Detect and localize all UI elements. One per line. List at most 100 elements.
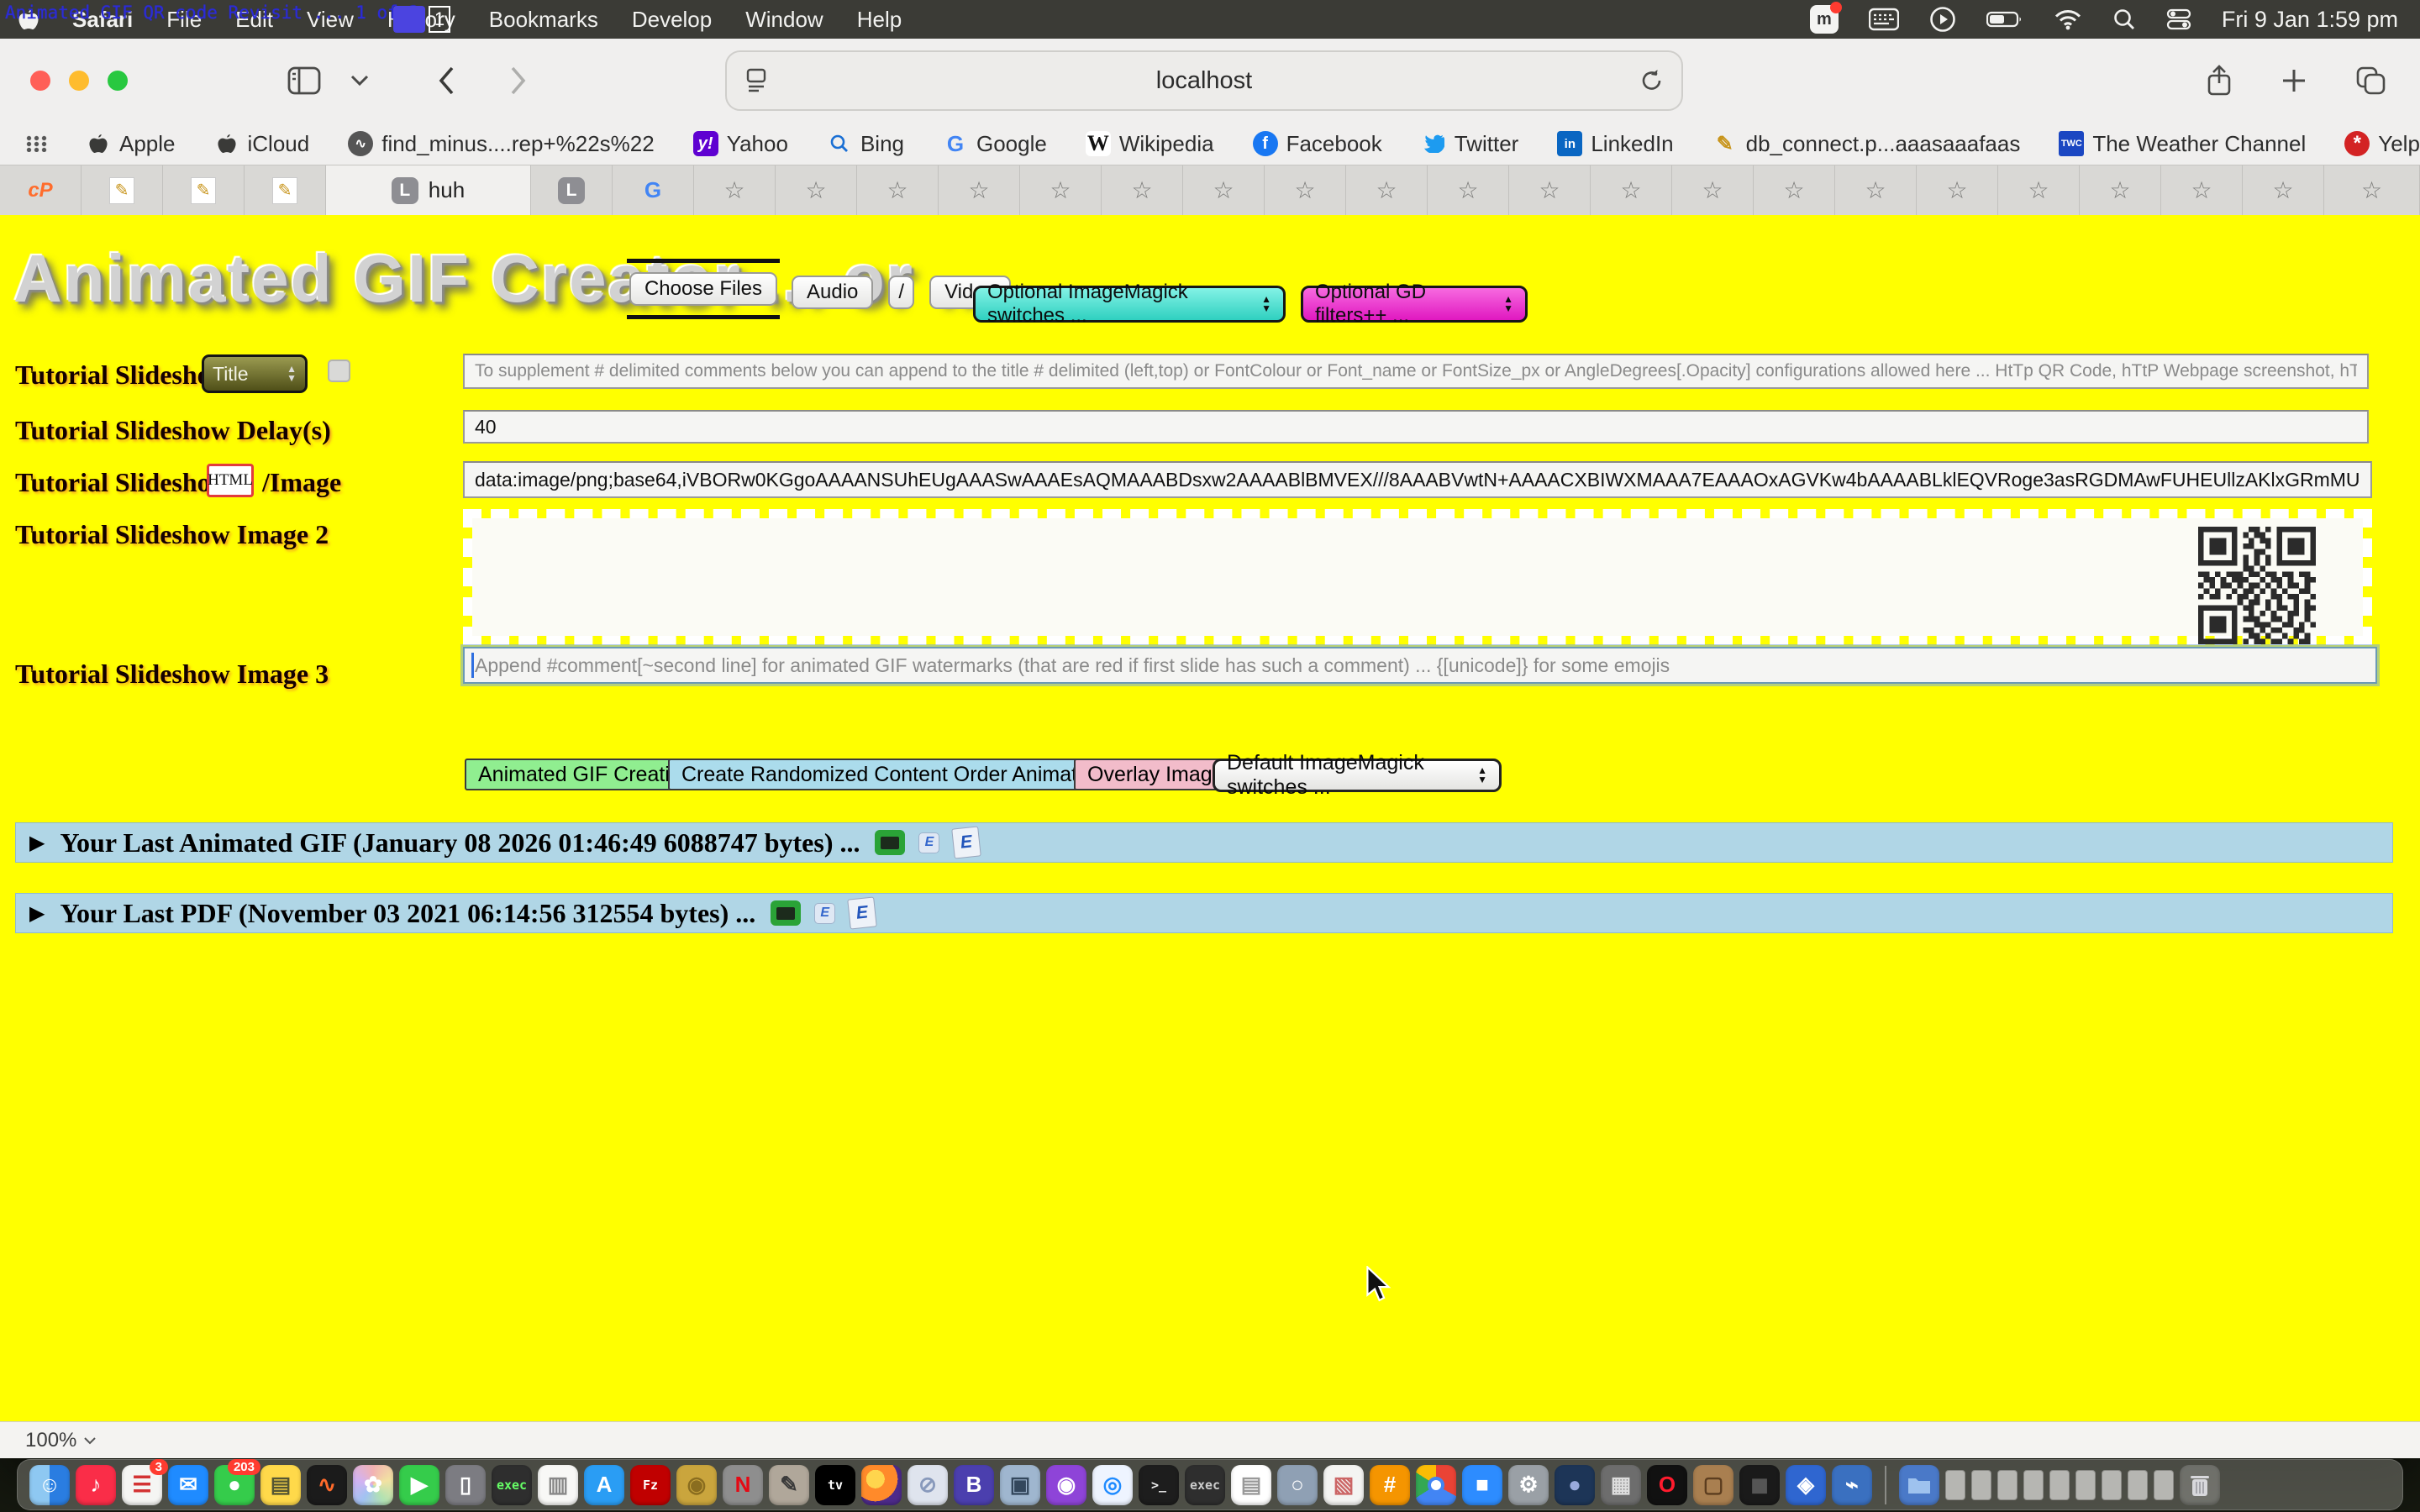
dock-icon-gimp[interactable]: ✎ <box>769 1465 809 1505</box>
tab-star-17[interactable]: ☆ <box>2080 165 2161 215</box>
tab-star-9[interactable]: ☆ <box>1428 165 1509 215</box>
dock-minimized-window-3[interactable] <box>2023 1470 2044 1500</box>
tab-star-6[interactable]: ☆ <box>1183 165 1265 215</box>
display-icon[interactable] <box>771 900 801 926</box>
dock-icon-garageband[interactable]: ∿ <box>307 1465 347 1505</box>
dock-icon-exec-dark[interactable]: exec <box>1185 1465 1225 1505</box>
dock-icon-downloads-folder[interactable] <box>1899 1465 1939 1505</box>
title-select[interactable]: Title ▲▼ <box>202 354 308 393</box>
image-data-input[interactable] <box>463 461 2372 498</box>
tab-active-huh[interactable]: Lhuh <box>326 165 531 215</box>
tab-star-20[interactable]: ☆ <box>2324 165 2420 215</box>
new-tab-icon[interactable] <box>2281 67 2307 94</box>
tab-star-3[interactable]: ☆ <box>939 165 1020 215</box>
dock-icon-music[interactable]: ♪ <box>76 1465 116 1505</box>
dock-icon-preview[interactable]: ○ <box>1277 1465 1318 1505</box>
dock-icon-podcasts[interactable]: ◉ <box>1046 1465 1086 1505</box>
image3-comment-input[interactable] <box>463 647 2377 684</box>
dock-icon-calculator[interactable]: # <box>1370 1465 1410 1505</box>
last-pdf-accordion[interactable]: ▶ Your Last PDF (November 03 2021 06:14:… <box>15 893 2393 933</box>
tab-star-1[interactable]: ☆ <box>776 165 857 215</box>
dock-icon-pictures[interactable]: ▧ <box>1323 1465 1364 1505</box>
bookmark-yelp[interactable]: *Yelp <box>2344 131 2420 157</box>
mini-e-icon[interactable]: E <box>918 832 939 853</box>
dock-icon-box-app[interactable]: ▢ <box>1693 1465 1733 1505</box>
tab-star-4[interactable]: ☆ <box>1020 165 1102 215</box>
bookmark-linkedin[interactable]: inLinkedIn <box>1557 131 1673 157</box>
bookmark-find-minus-rep-22s-22[interactable]: ∿find_minus....rep+%22s%22 <box>348 131 654 157</box>
dock-icon-iphone-mirroring[interactable]: ▯ <box>445 1465 486 1505</box>
dock-icon-terminal-exec[interactable]: exec <box>492 1465 532 1505</box>
dock-icon-settings[interactable]: ⚙ <box>1508 1465 1549 1505</box>
delay-input[interactable] <box>463 410 2369 444</box>
wifi-icon[interactable] <box>2054 8 2082 30</box>
dock-icon-app-store[interactable]: A <box>584 1465 624 1505</box>
bookmark-icloud[interactable]: iCloud <box>214 131 310 157</box>
reload-icon[interactable] <box>1639 68 1665 93</box>
disclosure-triangle-icon[interactable]: ▶ <box>29 831 45 855</box>
page-format-icon[interactable] <box>744 66 769 95</box>
minimize-window-button[interactable] <box>69 71 89 91</box>
dock-icon-mail[interactable]: ✉ <box>168 1465 208 1505</box>
menu-item-help[interactable]: Help <box>857 7 902 33</box>
title-checkbox[interactable] <box>328 360 350 382</box>
dock-icon-document[interactable]: ▤ <box>1231 1465 1271 1505</box>
tab-5[interactable]: L <box>531 165 613 215</box>
dock-icon-apple-tv[interactable]: tv <box>815 1465 855 1505</box>
dock-icon-gold-app[interactable]: ◉ <box>676 1465 717 1505</box>
bookmark-the-weather-channel[interactable]: TWCThe Weather Channel <box>2059 131 2306 157</box>
tab-star-8[interactable]: ☆ <box>1346 165 1428 215</box>
tab-star-7[interactable]: ☆ <box>1265 165 1346 215</box>
image2-drop-area[interactable] <box>463 509 2372 645</box>
close-window-button[interactable] <box>30 71 50 91</box>
dock-icon-facetime[interactable]: ▶ <box>399 1465 439 1505</box>
document-e-icon[interactable]: E <box>847 896 877 929</box>
bookmark-facebook[interactable]: fFacebook <box>1253 131 1382 157</box>
app-notification-icon[interactable]: m <box>1810 5 1839 34</box>
bookmark-bing[interactable]: Bing <box>827 131 904 157</box>
forward-button[interactable] <box>509 66 528 96</box>
imagemagick-switches-select[interactable]: Optional ImageMagick switches ... ▲▼ <box>973 286 1286 323</box>
mini-e-icon[interactable]: E <box>814 903 835 924</box>
dock-minimized-window-2[interactable] <box>1997 1470 2018 1500</box>
document-e-icon[interactable]: E <box>952 826 982 858</box>
tab-star-5[interactable]: ☆ <box>1102 165 1183 215</box>
dock-icon-gray-app[interactable]: ▦ <box>1601 1465 1641 1505</box>
tab-star-13[interactable]: ☆ <box>1754 165 1835 215</box>
gd-filters-select[interactable]: Optional GD filters++ ... ▲▼ <box>1301 286 1528 323</box>
default-imagemagick-select[interactable]: Default ImageMagick switches ... ▲▼ <box>1213 759 1502 792</box>
dock-icon-bible[interactable]: B <box>954 1465 994 1505</box>
dock-minimized-window-4[interactable] <box>2049 1470 2070 1500</box>
slash-button[interactable]: / <box>888 276 914 309</box>
dock-icon-netflix[interactable]: N <box>723 1465 763 1505</box>
tab-2[interactable]: ✎ <box>163 165 245 215</box>
dock-icon-blue-app[interactable]: ◈ <box>1786 1465 1826 1505</box>
dock-minimized-window-5[interactable] <box>2075 1470 2096 1500</box>
dock-icon-textedit[interactable]: ▥ <box>538 1465 578 1505</box>
tab-6[interactable]: G <box>613 165 694 215</box>
menu-item-window[interactable]: Window <box>745 7 823 33</box>
bookmark-apps-grid[interactable] <box>25 135 47 152</box>
tab-overview-icon[interactable] <box>2356 66 2386 95</box>
menu-item-bookmarks[interactable]: Bookmarks <box>489 7 598 33</box>
dock-icon-zoom[interactable]: ■ <box>1462 1465 1502 1505</box>
bookmark-wikipedia[interactable]: WWikipedia <box>1086 131 1214 157</box>
dock-icon-opera[interactable]: O <box>1647 1465 1687 1505</box>
tab-0[interactable]: cP <box>0 165 82 215</box>
tab-star-16[interactable]: ☆ <box>1998 165 2080 215</box>
dock-icon-firefox[interactable] <box>861 1465 902 1505</box>
spotlight-search-icon[interactable] <box>2112 8 2136 31</box>
dock-icon-vnc-app[interactable]: ⌁ <box>1832 1465 1872 1505</box>
address-bar[interactable]: localhost <box>725 50 1683 111</box>
display-icon[interactable] <box>875 830 905 855</box>
keyboard-switcher-icon[interactable] <box>1869 8 1899 31</box>
audio-button[interactable]: Audio <box>792 276 873 309</box>
dock-icon-messages[interactable]: ●203 <box>214 1465 255 1505</box>
bookmark-yahoo[interactable]: y!Yahoo <box>693 131 788 157</box>
tab-star-19[interactable]: ☆ <box>2243 165 2324 215</box>
tab-star-15[interactable]: ☆ <box>1917 165 1998 215</box>
title-supplement-input[interactable] <box>463 354 2369 389</box>
dock-icon-photos[interactable]: ✿ <box>353 1465 393 1505</box>
html-badge-button[interactable]: HTML <box>207 464 254 497</box>
dock-minimized-window-0[interactable] <box>1945 1470 1965 1500</box>
